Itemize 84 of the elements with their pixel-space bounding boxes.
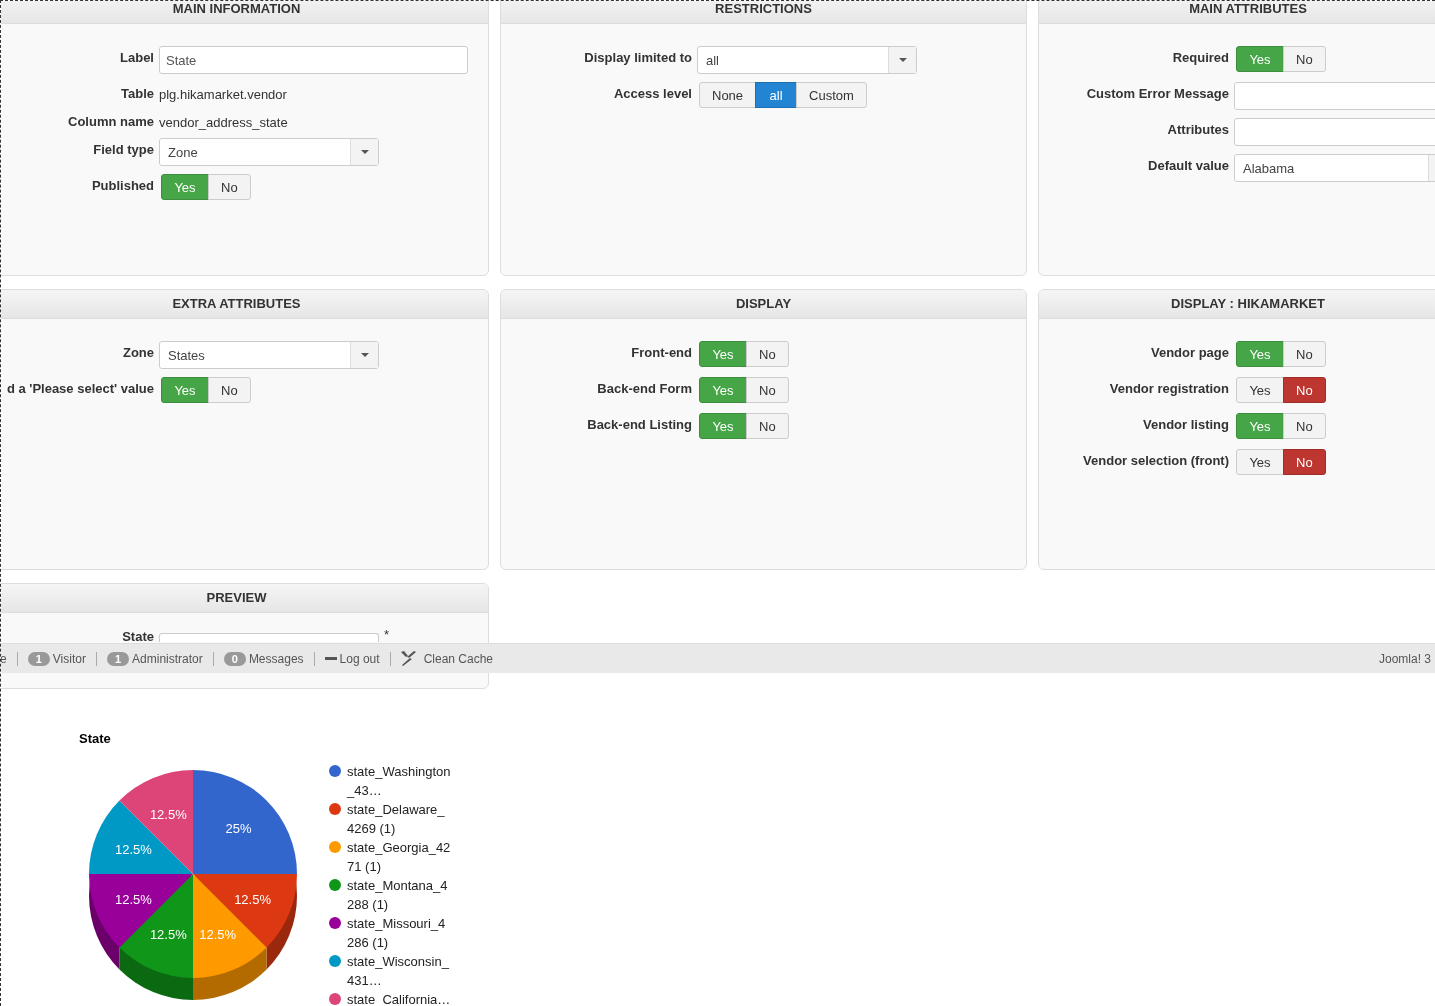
legend-label: state_Wisconsin_431… xyxy=(347,953,450,990)
clean-cache-link[interactable]: Clean Cache xyxy=(423,651,493,666)
lightning-icon xyxy=(400,651,417,666)
select-field[interactable] xyxy=(159,633,379,642)
logout-link[interactable]: Log out xyxy=(339,651,380,666)
status-text: e xyxy=(1,651,7,666)
option-button[interactable]: No xyxy=(746,377,789,403)
select-field[interactable]: Alabama xyxy=(1234,154,1435,182)
option-button[interactable]: No xyxy=(1283,377,1326,403)
input-field[interactable]: State xyxy=(159,46,468,74)
field-label: Access level xyxy=(612,85,692,101)
panel-heading: DISPLAY xyxy=(501,290,1026,319)
option-button[interactable]: No xyxy=(1283,341,1326,367)
count-badge: 1 xyxy=(106,651,130,666)
panel-heading: MAIN INFORMATION xyxy=(1,1,488,24)
field-label: Attributes xyxy=(1166,121,1229,137)
chart-title: State xyxy=(79,731,112,746)
count-badge: 1 xyxy=(27,651,50,666)
field-label: Back-end Listing xyxy=(586,416,692,432)
input-field[interactable] xyxy=(1234,82,1435,110)
status-link[interactable]: Visitor xyxy=(52,651,86,666)
data-label: 12.5% xyxy=(115,842,152,858)
input-field[interactable] xyxy=(1234,118,1435,146)
legend-label: state_Georgia_4271 (1) xyxy=(347,839,451,876)
field-value: plg.hikamarket.vendor xyxy=(159,86,287,102)
option-button[interactable]: No xyxy=(1283,413,1326,439)
option-button[interactable]: No xyxy=(208,377,251,403)
field-value: vendor_address_state xyxy=(159,114,288,130)
field-label: Label xyxy=(119,49,154,65)
option-button[interactable]: Yes xyxy=(1236,377,1284,403)
field-label: Display limited to xyxy=(583,49,692,65)
field-label: Default value xyxy=(1147,157,1229,173)
panel-heading: MAIN ATTRIBUTES xyxy=(1039,1,1435,24)
panel-heading: PREVIEW xyxy=(1,584,488,613)
field-label: Custom Error Message xyxy=(1085,85,1229,101)
minus-icon xyxy=(324,657,337,660)
option-button[interactable]: No xyxy=(208,174,251,200)
field-label: Zone xyxy=(121,344,154,360)
legend-label: state_Delaware_4269 (1) xyxy=(347,801,446,838)
data-label: 12.5% xyxy=(115,891,152,907)
field-label: Vendor registration xyxy=(1108,380,1229,396)
required-mark: * xyxy=(384,626,390,642)
option-button[interactable]: Custom xyxy=(796,82,867,108)
panel-heading: DISPLAY : HIKAMARKET xyxy=(1039,290,1435,319)
field-label: Front-end xyxy=(630,344,692,360)
select-field[interactable]: Zone xyxy=(159,138,379,166)
option-button[interactable]: No xyxy=(746,413,789,439)
data-label: 25% xyxy=(225,821,252,837)
legend-label: state_Montana_4288 (1) xyxy=(347,877,449,914)
field-label: Vendor selection (front) xyxy=(1082,452,1229,468)
legend-label: state_Missouri_4286 (1) xyxy=(347,915,447,952)
count-badge: 0 xyxy=(223,651,246,666)
legend-label: state_Washington_43… xyxy=(347,763,451,800)
field-label: Vendor page xyxy=(1149,344,1229,360)
select-field[interactable]: States xyxy=(159,341,379,369)
data-label: 12.5% xyxy=(149,926,187,942)
field-label: Published xyxy=(90,177,154,193)
panel-heading: RESTRICTIONS xyxy=(501,1,1026,24)
status-link[interactable]: Administrator xyxy=(132,651,203,666)
field-label: Field type xyxy=(92,141,154,157)
option-button[interactable]: No xyxy=(1283,46,1326,72)
caret-icon xyxy=(898,58,907,62)
option-button[interactable]: No xyxy=(1283,449,1326,475)
caret-icon xyxy=(360,150,369,154)
field-label: Vendor listing xyxy=(1142,416,1229,432)
legend-label: state_California… xyxy=(347,991,451,1006)
field-label: Required xyxy=(1171,49,1229,65)
option-button[interactable]: Yes xyxy=(1236,449,1284,475)
data-label: 12.5% xyxy=(234,891,271,907)
field-label: Back-end Form xyxy=(596,380,692,396)
option-button[interactable]: No xyxy=(746,341,789,367)
select-field[interactable]: all xyxy=(697,46,917,74)
field-label: d a 'Please select' value xyxy=(5,380,154,396)
option-button[interactable]: None xyxy=(699,82,757,108)
version-text: Joomla! 3 xyxy=(1378,651,1431,666)
field-label: Table xyxy=(120,85,154,101)
caret-icon xyxy=(360,353,369,357)
option-button[interactable]: all xyxy=(755,82,798,108)
data-label: 12.5% xyxy=(199,926,237,942)
data-label: 12.5% xyxy=(149,807,187,823)
field-label: Column name xyxy=(67,113,154,129)
panel-heading: EXTRA ATTRIBUTES xyxy=(1,290,488,319)
status-link[interactable]: Messages xyxy=(248,651,304,666)
field-label: State xyxy=(121,628,154,644)
